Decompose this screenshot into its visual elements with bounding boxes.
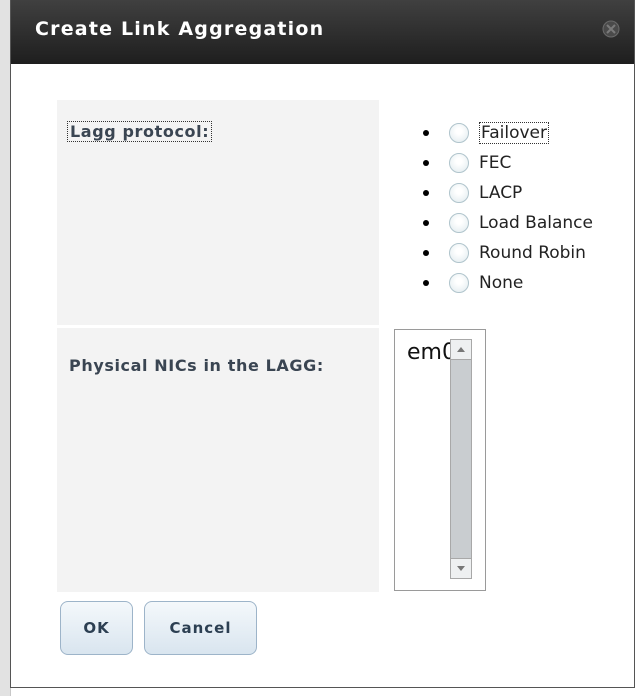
nic-option[interactable]: em0 [407,340,456,365]
scroll-down-button[interactable] [451,558,471,578]
radio-button[interactable] [449,213,469,233]
bullet-icon [423,190,429,196]
ok-button[interactable]: OK [60,601,133,655]
radio-option-fec[interactable]: FEC [423,148,593,178]
radio-option-failover[interactable]: Failover [423,118,593,148]
physical-nics-label: Physical NICs in the LAGG: [69,356,324,375]
radio-label[interactable]: FEC [479,153,511,173]
radio-option-round-robin[interactable]: Round Robin [423,238,593,268]
radio-label[interactable]: None [479,273,523,293]
bullet-icon [423,220,429,226]
radio-button[interactable] [449,243,469,263]
bullet-icon [423,130,429,136]
radio-button[interactable] [449,153,469,173]
radio-button[interactable] [449,183,469,203]
physical-nics-listbox[interactable]: em0 [394,329,486,591]
cancel-button[interactable]: Cancel [144,601,257,655]
bullet-icon [423,250,429,256]
radio-option-lacp[interactable]: LACP [423,178,593,208]
radio-label[interactable]: LACP [479,183,522,203]
radio-option-none[interactable]: None [423,268,593,298]
create-link-aggregation-dialog: Create Link Aggregation Lagg protocol: F… [10,0,635,688]
radio-button[interactable] [449,123,469,143]
bullet-icon [423,280,429,286]
radio-button[interactable] [449,273,469,293]
bullet-icon [423,160,429,166]
arrow-up-icon [457,347,465,352]
close-icon[interactable] [602,20,620,38]
radio-label[interactable]: Round Robin [479,243,586,263]
dialog-title: Create Link Aggregation [35,18,325,40]
scroll-up-button[interactable] [451,340,471,360]
listbox-scrollbar[interactable] [450,339,472,579]
radio-label[interactable]: Failover [479,122,549,144]
lagg-protocol-radio-group: Failover FEC LACP Load Balance Round Rob… [423,118,593,298]
arrow-down-icon [457,566,465,571]
dialog-titlebar[interactable]: Create Link Aggregation [11,0,634,64]
lagg-protocol-label: Lagg protocol: [67,121,213,142]
radio-label[interactable]: Load Balance [479,213,593,233]
radio-option-load-balance[interactable]: Load Balance [423,208,593,238]
